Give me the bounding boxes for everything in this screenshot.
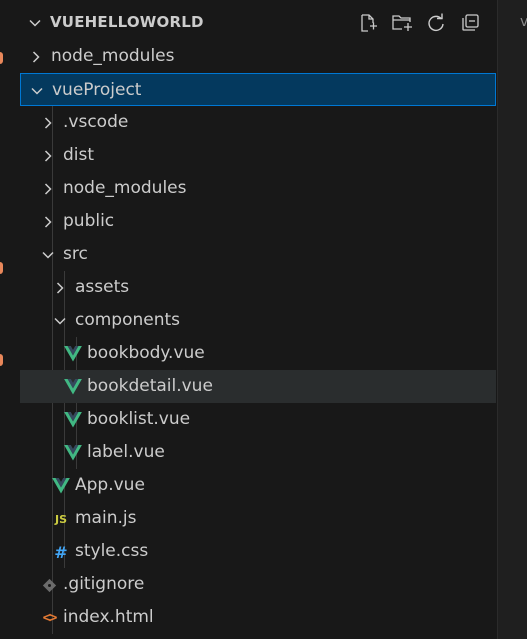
tree-file-row[interactable]: App.vue [8, 469, 497, 502]
explorer-section-header[interactable]: VUEHELLOWORLD [8, 6, 497, 39]
explorer-actions [354, 11, 484, 35]
vue-file-icon [52, 477, 70, 495]
activity-indicator [0, 52, 3, 64]
activity-bar-edge [0, 0, 8, 639]
tree-folder-row[interactable]: .vscode [8, 106, 497, 139]
tree-item-label: style.css [75, 541, 149, 561]
chevron-right-icon [40, 148, 56, 164]
tree-item-label: components [75, 310, 181, 330]
tree-item-label: dist [63, 145, 95, 165]
chevron-down-icon [29, 83, 45, 99]
refresh-button[interactable] [422, 11, 450, 35]
tree-folder-row[interactable]: public [8, 205, 497, 238]
tree-folder-row[interactable]: components [8, 304, 497, 337]
tree-item-label: .vscode [63, 112, 129, 132]
tree-item-label: App.vue [75, 475, 145, 495]
collapse-all-button[interactable] [456, 11, 484, 35]
new-folder-button[interactable] [388, 11, 416, 35]
tree-folder-row[interactable]: node_modules [8, 172, 497, 205]
tree-folder-row[interactable]: src [8, 238, 497, 271]
js-file-icon: JS [54, 512, 67, 526]
workspace-title: VUEHELLOWORLD [50, 13, 204, 31]
new-folder-icon [392, 15, 412, 31]
vue-file-icon [64, 378, 82, 396]
tree-item-label: index.html [63, 607, 154, 627]
tree-file-row[interactable]: .gitignore [8, 568, 497, 601]
tree-file-row[interactable]: bookdetail.vue [20, 370, 496, 403]
collapse-all-icon [462, 14, 479, 31]
chevron-down-icon [29, 19, 41, 27]
html-file-icon: <> [42, 610, 58, 626]
tree-item-label: public [63, 211, 115, 231]
chevron-down-icon [52, 313, 68, 329]
chevron-right-icon [28, 49, 44, 65]
new-file-button[interactable] [354, 11, 382, 35]
tree-item-label: .gitignore [63, 574, 145, 594]
tree-file-row[interactable]: label.vue [8, 436, 497, 469]
tree-item-label: bookdetail.vue [87, 376, 213, 396]
new-file-icon [361, 14, 377, 32]
tree-item-label: assets [75, 277, 130, 297]
chevron-right-icon [40, 181, 56, 197]
tree-item-label: src [63, 244, 88, 264]
explorer-panel: VUEHELLOWORLD node_modules vueProject .v… [8, 0, 497, 639]
vue-file-icon [64, 444, 82, 462]
tree-folder-row[interactable]: vueProject [20, 73, 496, 106]
tree-file-row[interactable]: <> index.html [8, 601, 497, 634]
tree-item-label: vueProject [52, 80, 142, 100]
editor-tab-fragment: v [520, 14, 527, 30]
activity-indicator [0, 262, 3, 274]
chevron-right-icon [40, 115, 56, 131]
vue-file-icon [64, 411, 82, 429]
chevron-right-icon [40, 214, 56, 230]
tree-folder-row[interactable]: node_modules [8, 40, 497, 73]
tree-file-row[interactable]: # style.css [8, 535, 497, 568]
vue-file-icon [64, 345, 82, 363]
tree-item-label: node_modules [63, 178, 187, 198]
chevron-right-icon [52, 280, 68, 296]
tree-file-row[interactable]: bookbody.vue [8, 337, 497, 370]
tree-item-label: label.vue [87, 442, 165, 462]
tree-item-label: bookbody.vue [87, 343, 205, 363]
tree-item-label: main.js [75, 508, 137, 528]
tree-file-row[interactable]: JS main.js [8, 502, 497, 535]
chevron-down-icon [40, 247, 56, 263]
tree-item-label: node_modules [51, 46, 175, 66]
git-file-icon [40, 576, 58, 594]
css-file-icon: # [54, 542, 68, 562]
activity-indicator [0, 354, 3, 366]
editor-area-edge: v [497, 0, 527, 639]
tree-file-row[interactable]: booklist.vue [8, 403, 497, 436]
tree-item-label: booklist.vue [87, 409, 191, 429]
refresh-icon [428, 13, 444, 32]
tree-folder-row[interactable]: assets [8, 271, 497, 304]
tree-folder-row[interactable]: dist [8, 139, 497, 172]
